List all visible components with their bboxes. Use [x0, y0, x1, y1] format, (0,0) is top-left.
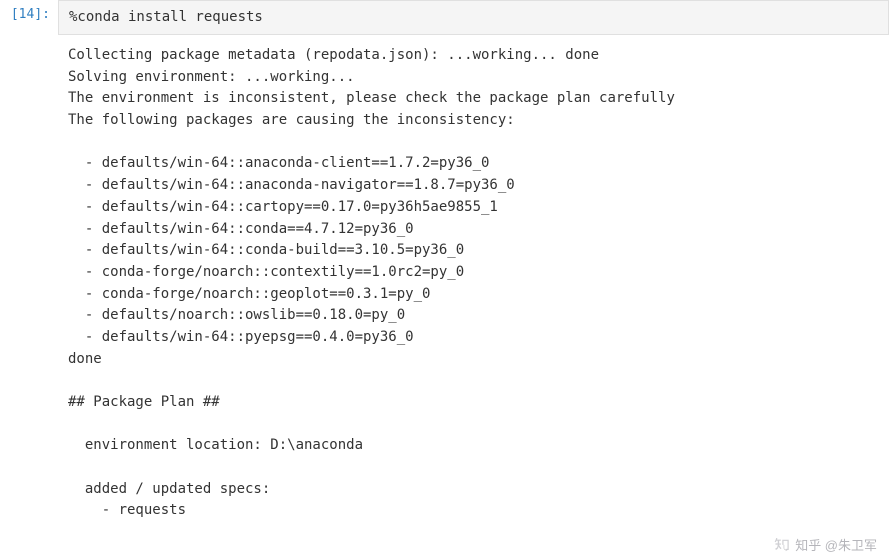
input-cell: [14]: %conda install requests — [0, 0, 889, 35]
execution-count-prompt: [14]: — [0, 0, 58, 22]
watermark-text: 知乎 @朱卫军 — [795, 535, 877, 554]
code-text: %conda install requests — [69, 9, 263, 25]
output-cell: Collecting package metadata (repodata.js… — [0, 35, 889, 522]
stdout-output: Collecting package metadata (repodata.js… — [58, 35, 889, 522]
zhihu-icon — [774, 537, 789, 552]
watermark: 知乎 @朱卫军 — [774, 535, 877, 554]
code-input[interactable]: %conda install requests — [58, 0, 889, 35]
